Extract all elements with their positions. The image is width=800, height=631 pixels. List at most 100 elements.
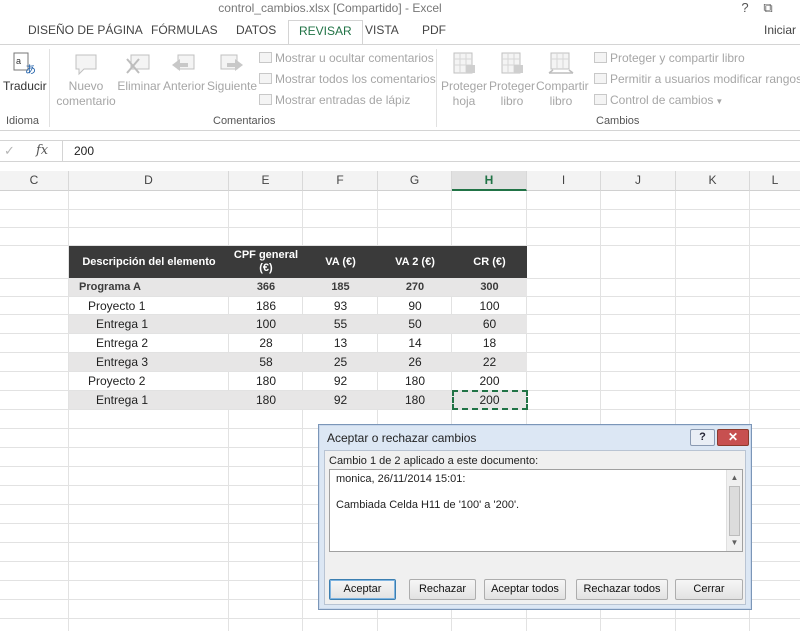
header-va2[interactable]: VA 2 (€) <box>378 246 452 278</box>
cell-cpf[interactable]: 180 <box>229 372 303 390</box>
dialog-help-button[interactable]: ? <box>690 429 715 446</box>
sign-in-link[interactable]: Iniciar <box>764 23 796 37</box>
group-label-idioma: Idioma <box>6 115 40 127</box>
scroll-down-icon[interactable]: ▼ <box>727 536 742 550</box>
group-label-comentarios: Comentarios <box>213 115 276 127</box>
cell-va[interactable]: 93 <box>303 297 378 315</box>
tab-pdf[interactable]: PDF <box>422 23 446 37</box>
close-button[interactable]: Cerrar <box>675 579 743 600</box>
protect-workbook-label-1: Proteger <box>488 79 536 93</box>
protect-share-button[interactable]: Proteger y compartir libro <box>594 51 745 65</box>
translate-button[interactable]: a あ Traducir <box>3 51 47 94</box>
help-icon[interactable]: ? <box>734 0 756 16</box>
next-comment-button[interactable]: Siguiente <box>207 51 258 94</box>
cell-va2[interactable]: 270 <box>378 278 452 296</box>
arrow-right-icon <box>220 54 243 71</box>
cell-va2[interactable]: 26 <box>378 353 452 371</box>
svg-text:あ: あ <box>25 63 36 76</box>
formula-bar: ✓ fx 200 <box>0 140 800 162</box>
cell-cpf[interactable]: 366 <box>229 278 303 296</box>
cell-cpf[interactable]: 100 <box>229 315 303 333</box>
enter-check-icon[interactable]: ✓ <box>4 143 15 159</box>
tab-view[interactable]: VISTA <box>365 23 399 37</box>
tab-review[interactable]: REVISAR <box>288 20 363 44</box>
column-header-l[interactable]: L <box>750 171 800 191</box>
accept-all-button[interactable]: Aceptar todos <box>484 579 566 600</box>
formula-input[interactable]: 200 <box>74 144 94 158</box>
cell-cr[interactable]: 300 <box>452 278 527 296</box>
protect-share-label: Proteger y compartir libro <box>610 51 745 65</box>
protect-sheet-icon <box>453 52 475 74</box>
protect-workbook-button[interactable]: Proteger libro <box>488 51 536 109</box>
reject-all-button[interactable]: Rechazar todos <box>576 579 668 600</box>
delete-comment-button[interactable]: Eliminar <box>117 51 161 94</box>
ribbon-display-icon[interactable]: ⧉ <box>757 0 779 16</box>
cell-cr[interactable]: 200 <box>452 372 527 390</box>
reject-button[interactable]: Rechazar <box>409 579 476 600</box>
cell-description[interactable]: Entrega 1 <box>96 391 229 409</box>
allow-edit-ranges-button[interactable]: Permitir a usuarios modificar rangos <box>594 72 800 86</box>
cell-description[interactable]: Entrega 3 <box>96 353 229 371</box>
cell-cr[interactable]: 60 <box>452 315 527 333</box>
cell-cr[interactable]: 22 <box>452 353 527 371</box>
cell-va[interactable]: 55 <box>303 315 378 333</box>
cell-va2[interactable]: 50 <box>378 315 452 333</box>
track-changes-button[interactable]: Control de cambios ▼ <box>594 93 723 107</box>
header-va[interactable]: VA (€) <box>303 246 378 278</box>
cell-va2[interactable]: 14 <box>378 334 452 352</box>
show-all-comments-button[interactable]: Mostrar todos los comentarios <box>259 72 436 86</box>
cell-description[interactable]: Programa A <box>79 278 229 296</box>
cell-description[interactable]: Proyecto 1 <box>88 297 228 315</box>
header-description[interactable]: Descripción del elemento <box>69 246 229 278</box>
cell-description[interactable]: Entrega 1 <box>96 315 229 333</box>
cell-va[interactable]: 185 <box>303 278 378 296</box>
column-header-c[interactable]: C <box>0 171 69 191</box>
header-cpf[interactable]: CPF general (€) <box>229 246 303 278</box>
cell-va[interactable]: 92 <box>303 391 378 409</box>
cell-cpf[interactable]: 58 <box>229 353 303 371</box>
column-header-d[interactable]: D <box>69 171 229 191</box>
accept-button[interactable]: Aceptar <box>329 579 396 600</box>
cell-va[interactable]: 13 <box>303 334 378 352</box>
column-header-g[interactable]: G <box>378 171 452 191</box>
protect-sheet-button[interactable]: Proteger hoja <box>440 51 488 109</box>
scroll-up-icon[interactable]: ▲ <box>727 471 742 485</box>
cell-va2[interactable]: 180 <box>378 391 452 409</box>
insert-function-icon[interactable]: fx <box>36 143 48 158</box>
cell-va2[interactable]: 180 <box>378 372 452 390</box>
column-header-j[interactable]: J <box>601 171 676 191</box>
column-header-i[interactable]: I <box>527 171 601 191</box>
show-hide-comments-button[interactable]: Mostrar u ocultar comentarios <box>259 51 434 65</box>
cell-va2[interactable]: 90 <box>378 297 452 315</box>
table-row: Proyecto 1 186 93 90 100 <box>69 297 527 315</box>
previous-comment-button[interactable]: Anterior <box>162 51 206 94</box>
cell-va[interactable]: 92 <box>303 372 378 390</box>
tab-page-layout[interactable]: DISEÑO DE PÁGINA <box>28 23 143 37</box>
header-cr[interactable]: CR (€) <box>452 246 527 278</box>
scroll-thumb[interactable] <box>729 486 740 536</box>
cell-va[interactable]: 25 <box>303 353 378 371</box>
details-scrollbar[interactable]: ▲ ▼ <box>726 470 742 551</box>
cell-cr[interactable]: 18 <box>452 334 527 352</box>
tab-formulas[interactable]: FÓRMULAS <box>151 23 218 37</box>
cell-cpf[interactable]: 180 <box>229 391 303 409</box>
column-header-k[interactable]: K <box>676 171 750 191</box>
cell-cpf[interactable]: 28 <box>229 334 303 352</box>
selected-cell-h11[interactable] <box>452 390 528 410</box>
cell-cr[interactable]: 100 <box>452 297 527 315</box>
new-comment-button[interactable]: Nuevo comentario <box>56 51 116 109</box>
column-header-f[interactable]: F <box>303 171 378 191</box>
cell-cpf[interactable]: 186 <box>229 297 303 315</box>
cell-description[interactable]: Entrega 2 <box>96 334 229 352</box>
change-details-box[interactable]: monica, 26/11/2014 15:01: Cambiada Celda… <box>329 469 743 552</box>
tab-data[interactable]: DATOS <box>236 23 276 37</box>
dialog-close-button[interactable]: ✕ <box>717 429 749 446</box>
cell-description[interactable]: Proyecto 2 <box>88 372 228 390</box>
delete-comment-icon <box>126 54 150 74</box>
show-ink-button[interactable]: Mostrar entradas de lápiz <box>259 93 410 107</box>
column-header-h[interactable]: H <box>452 171 527 191</box>
next-comment-label: Siguiente <box>207 79 258 93</box>
column-header-e[interactable]: E <box>229 171 303 191</box>
track-changes-label: Control de cambios <box>610 93 714 107</box>
share-workbook-button[interactable]: Compartir libro <box>536 51 589 109</box>
